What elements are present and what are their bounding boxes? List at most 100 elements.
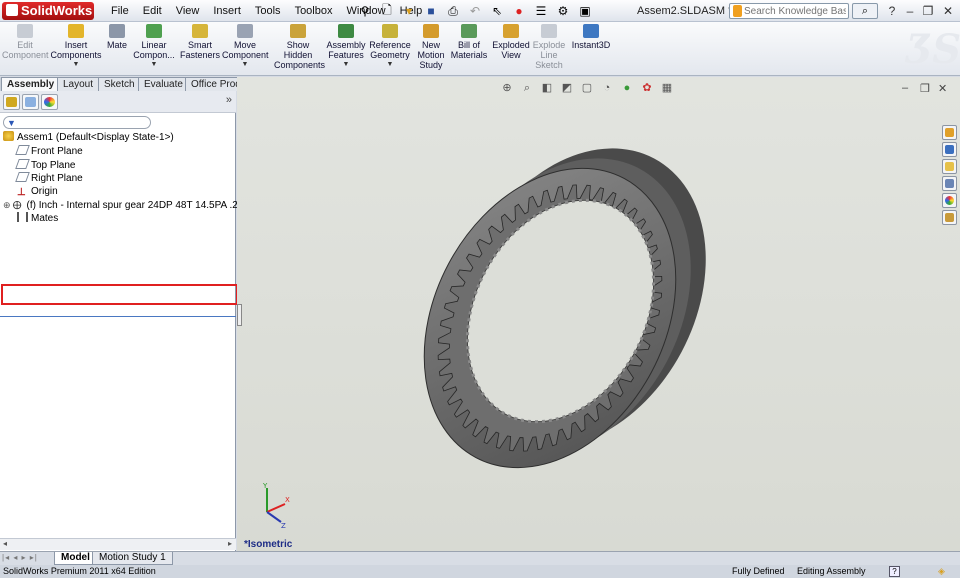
tab-assembly[interactable]: Assembly — [1, 77, 61, 91]
tree-item-label: Origin — [31, 186, 58, 197]
tree-item-origin[interactable]: ⊥ Origin — [17, 185, 58, 198]
menu-tools[interactable]: Tools — [248, 0, 288, 22]
svg-text:Z: Z — [281, 522, 286, 528]
quick-tips-icon[interactable]: ? — [889, 566, 900, 577]
assembly-features-button[interactable]: Assembly Features ▼ — [326, 24, 366, 74]
design-library-tab[interactable] — [942, 142, 957, 157]
tree-item-gear-part[interactable]: ⊕ 🜨 (f) Inch - Internal spur gear 24DP 48T… — [3, 199, 259, 212]
show-hidden-button[interactable]: Show Hidden Components — [274, 24, 326, 74]
panel-splitter-handle[interactable] — [237, 304, 242, 326]
chevron-down-icon[interactable]: ▼ — [326, 60, 366, 70]
command-label: Move Component — [222, 40, 269, 60]
smart-fasteners-button[interactable]: Smart Fasteners — [180, 24, 220, 74]
tab-evaluate[interactable]: Evaluate — [138, 77, 189, 91]
exploded-view-button[interactable]: Exploded View — [492, 24, 530, 74]
file-properties-icon[interactable]: ☰ — [531, 2, 551, 20]
undo-icon[interactable]: ↶ — [465, 2, 485, 20]
chevron-down-icon[interactable]: ▼ — [50, 60, 102, 70]
plane-icon — [15, 159, 30, 169]
pin-icon[interactable]: ⚲ — [355, 2, 375, 20]
property-manager-tab[interactable] — [22, 94, 39, 110]
minimize-icon[interactable]: – — [902, 0, 918, 22]
menu-edit[interactable]: Edit — [136, 0, 169, 22]
tab-scroll-arrows[interactable]: |◂ ◂ ▸ ▸| — [2, 553, 38, 562]
new-document-icon[interactable]: 🗋 — [377, 2, 397, 20]
open-folder-icon[interactable]: ▾ — [399, 2, 419, 20]
folder-icon — [945, 162, 954, 171]
linear-pattern-button[interactable]: Linear Compon... ▼ — [132, 24, 176, 74]
edit-component-button[interactable]: Edit Component — [2, 24, 49, 74]
instant3d-button[interactable]: Instant3D — [570, 24, 612, 74]
save-icon[interactable]: ■ — [421, 2, 441, 20]
menu-insert[interactable]: Insert — [206, 0, 248, 22]
status-bar: SolidWorks Premium 2011 x64 Edition Full… — [0, 565, 960, 578]
search-input[interactable] — [744, 4, 846, 18]
rebuild-status-icon[interactable]: ◈ — [938, 565, 945, 578]
tab-model[interactable]: Model — [54, 552, 97, 565]
plane-icon — [15, 145, 30, 155]
mate-button[interactable]: Mate — [104, 24, 130, 74]
chevron-down-icon[interactable]: ▼ — [132, 60, 176, 70]
internal-spur-gear — [423, 148, 706, 469]
display-icon[interactable]: ▣ — [575, 2, 595, 20]
view-palette-tab[interactable] — [942, 176, 957, 191]
plane-icon — [15, 172, 30, 182]
smart-fasteners-icon — [192, 24, 208, 38]
panel-header: » — [0, 91, 236, 113]
tab-motion-study-1[interactable]: Motion Study 1 — [92, 552, 173, 565]
menu-view[interactable]: View — [169, 0, 207, 22]
solidworks-logo[interactable]: SolidWorks — [2, 2, 94, 20]
search-scope-icon[interactable] — [733, 5, 742, 17]
bom-icon — [461, 24, 477, 38]
tree-item-mates[interactable]: Mates — [17, 212, 58, 225]
editing-mode-status: Editing Assembly — [797, 566, 866, 576]
move-component-button[interactable]: Move Component ▼ — [222, 24, 269, 74]
custom-properties-tab[interactable] — [942, 210, 957, 225]
tab-layout[interactable]: Layout — [57, 77, 100, 91]
appearances-tab[interactable] — [942, 193, 957, 208]
print-icon[interactable]: ⎙ — [443, 2, 463, 20]
reference-geometry-button[interactable]: Reference Geometry ▼ — [368, 24, 412, 74]
chevron-down-icon[interactable]: ▼ — [222, 60, 268, 70]
select-pointer-icon[interactable]: ⇖ — [487, 2, 507, 20]
view-orientation-label: *Isometric — [244, 539, 293, 550]
tree-filter[interactable]: ▼ — [3, 116, 151, 129]
tree-item-label: Mates — [31, 213, 59, 224]
bill-of-materials-button[interactable]: Bill of Materials — [450, 24, 488, 74]
menu-toolbox[interactable]: Toolbox — [288, 0, 340, 22]
panel-horizontal-scrollbar[interactable]: ◂ ▸ — [0, 538, 236, 550]
help-button[interactable]: ? — [884, 0, 900, 22]
reference-geometry-icon — [382, 24, 398, 38]
expand-node-icon[interactable]: ⊕ — [3, 200, 11, 210]
mate-icon — [109, 24, 125, 38]
graphics-area[interactable]: ⊕ ⌕ ◧ ◩ ▢ ◔ ● ✿ ▦ – ❐ ✕ Y X Z *Isometric — [237, 77, 960, 551]
tree-root-assembly[interactable]: Assem1 (Default<Display State-1>) — [3, 131, 174, 144]
explode-line-sketch-button[interactable]: Explode Line Sketch — [532, 24, 566, 74]
title-bar: SolidWorks File Edit View Insert Tools T… — [0, 0, 960, 22]
search-button[interactable]: ⌕ — [852, 3, 878, 19]
insert-components-button[interactable]: Insert Components ▼ — [50, 24, 102, 74]
tree-item-front-plane[interactable]: Front Plane — [15, 145, 83, 158]
svg-text:X: X — [285, 496, 290, 504]
chevron-down-icon[interactable]: ▼ — [368, 60, 412, 70]
restore-icon[interactable]: ❐ — [920, 0, 936, 22]
gear-model[interactable] — [237, 77, 960, 551]
feature-manager-tab[interactable] — [3, 94, 20, 110]
tree-item-top-plane[interactable]: Top Plane — [15, 159, 75, 172]
command-label: Show Hidden Components — [274, 40, 326, 70]
assembly-icon — [3, 131, 14, 141]
origin-icon: ⊥ — [17, 187, 26, 198]
close-icon[interactable]: ✕ — [940, 0, 956, 22]
options-icon[interactable]: ⚙ — [553, 2, 573, 20]
custom-properties-icon — [945, 213, 954, 222]
tab-sketch[interactable]: Sketch — [98, 77, 141, 91]
expand-panel-icon[interactable]: » — [226, 94, 232, 106]
menu-file[interactable]: File — [104, 0, 136, 22]
rebuild-icon[interactable]: ● — [509, 2, 529, 20]
configuration-manager-tab[interactable] — [41, 94, 58, 110]
file-explorer-tab[interactable] — [942, 159, 957, 174]
resources-tab[interactable] — [942, 125, 957, 140]
new-motion-study-button[interactable]: New Motion Study — [416, 24, 446, 74]
command-label: Assembly Features — [326, 40, 366, 60]
tree-item-right-plane[interactable]: Right Plane — [15, 172, 83, 185]
